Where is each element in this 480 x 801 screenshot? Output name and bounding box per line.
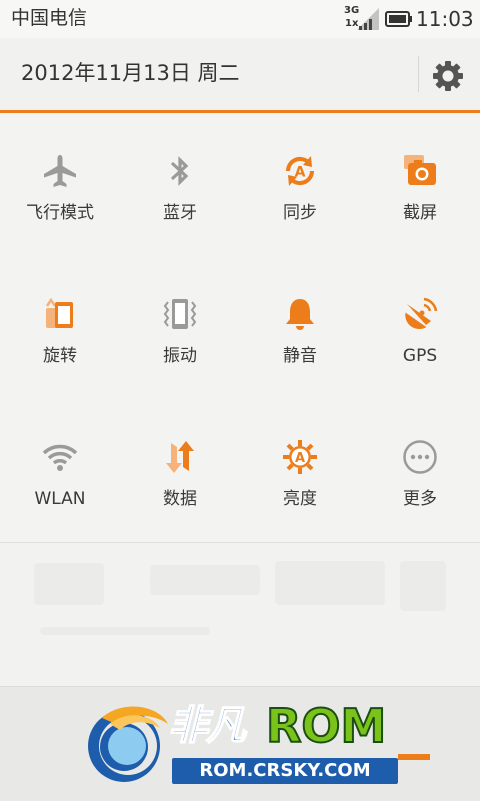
notification-header: 2012年11月13日 周二: [0, 38, 480, 113]
watermark-rom-text: ROM: [265, 699, 387, 753]
toggle-label: 亮度: [283, 489, 317, 509]
gps-icon: [402, 296, 438, 332]
bluetooth-icon: [162, 153, 198, 189]
toggle-silent[interactable]: 静音: [240, 256, 360, 399]
watermark-url: ROM.CRSKY.COM: [172, 758, 398, 784]
toggle-label: WLAN: [34, 489, 86, 509]
crsky-watermark: 非凡 ROM ROM.CRSKY.COM: [80, 694, 440, 794]
header-divider: [418, 56, 419, 92]
toggle-label: 同步: [283, 203, 317, 223]
brightness-icon: A: [282, 439, 318, 475]
bell-icon: [282, 296, 318, 332]
signal-strength-icon: [357, 8, 379, 34]
toggle-label: 蓝牙: [163, 203, 197, 223]
toggle-wlan[interactable]: WLAN: [0, 399, 120, 542]
toggle-label: 更多: [403, 489, 437, 509]
toggle-rotate[interactable]: 旋转: [0, 256, 120, 399]
airplane-icon: [42, 153, 78, 189]
toggle-airplane-mode[interactable]: 飞行模式: [0, 113, 120, 256]
toggle-gps[interactable]: GPS: [360, 256, 480, 399]
toggle-brightness[interactable]: A 亮度: [240, 399, 360, 542]
svg-text:A: A: [295, 165, 306, 181]
toggle-screenshot[interactable]: 截屏: [360, 113, 480, 256]
toggle-data[interactable]: 数据: [120, 399, 240, 542]
toggle-label: 数据: [163, 489, 197, 509]
background-item: [275, 561, 385, 605]
background-item: [400, 561, 446, 611]
toggle-more[interactable]: 更多: [360, 399, 480, 542]
date-label: 2012年11月13日 周二: [21, 61, 240, 85]
toggle-label: 静音: [283, 346, 317, 366]
background-content: [0, 543, 480, 686]
watermark-logo-icon: [88, 706, 168, 782]
toggle-bluetooth[interactable]: 蓝牙: [120, 113, 240, 256]
toggle-label: 旋转: [43, 346, 77, 366]
svg-text:A: A: [295, 451, 305, 466]
screenshot-icon: [402, 153, 438, 189]
toggle-label: GPS: [402, 346, 438, 366]
toggle-vibrate[interactable]: 振动: [120, 256, 240, 399]
toggle-label: 截屏: [403, 203, 437, 223]
data-icon: [162, 439, 198, 475]
vibrate-icon: [162, 296, 198, 332]
watermark-cn-text: 非凡: [167, 702, 247, 750]
status-bar: 中国电信 3G 1x 11:03: [0, 0, 480, 38]
more-icon: [402, 439, 438, 475]
background-item: [150, 565, 260, 595]
background-item: [34, 563, 104, 605]
background-item: [40, 627, 210, 635]
quick-toggle-grid: 飞行模式 蓝牙 A 同步 截屏 旋转 振动 静音 GPS WLAN 数据 A 亮…: [0, 113, 480, 543]
toggle-sync[interactable]: A 同步: [240, 113, 360, 256]
settings-button[interactable]: [430, 58, 466, 94]
rotate-icon: [42, 296, 78, 332]
wifi-icon: [42, 439, 78, 475]
sync-icon: A: [282, 153, 318, 189]
status-clock: 11:03: [416, 7, 474, 31]
watermark-accent: [398, 754, 430, 760]
gear-icon: [433, 61, 463, 91]
toggle-label: 飞行模式: [26, 203, 94, 223]
carrier-name: 中国电信: [11, 7, 88, 29]
battery-icon: [385, 11, 413, 31]
toggle-label: 振动: [163, 346, 197, 366]
